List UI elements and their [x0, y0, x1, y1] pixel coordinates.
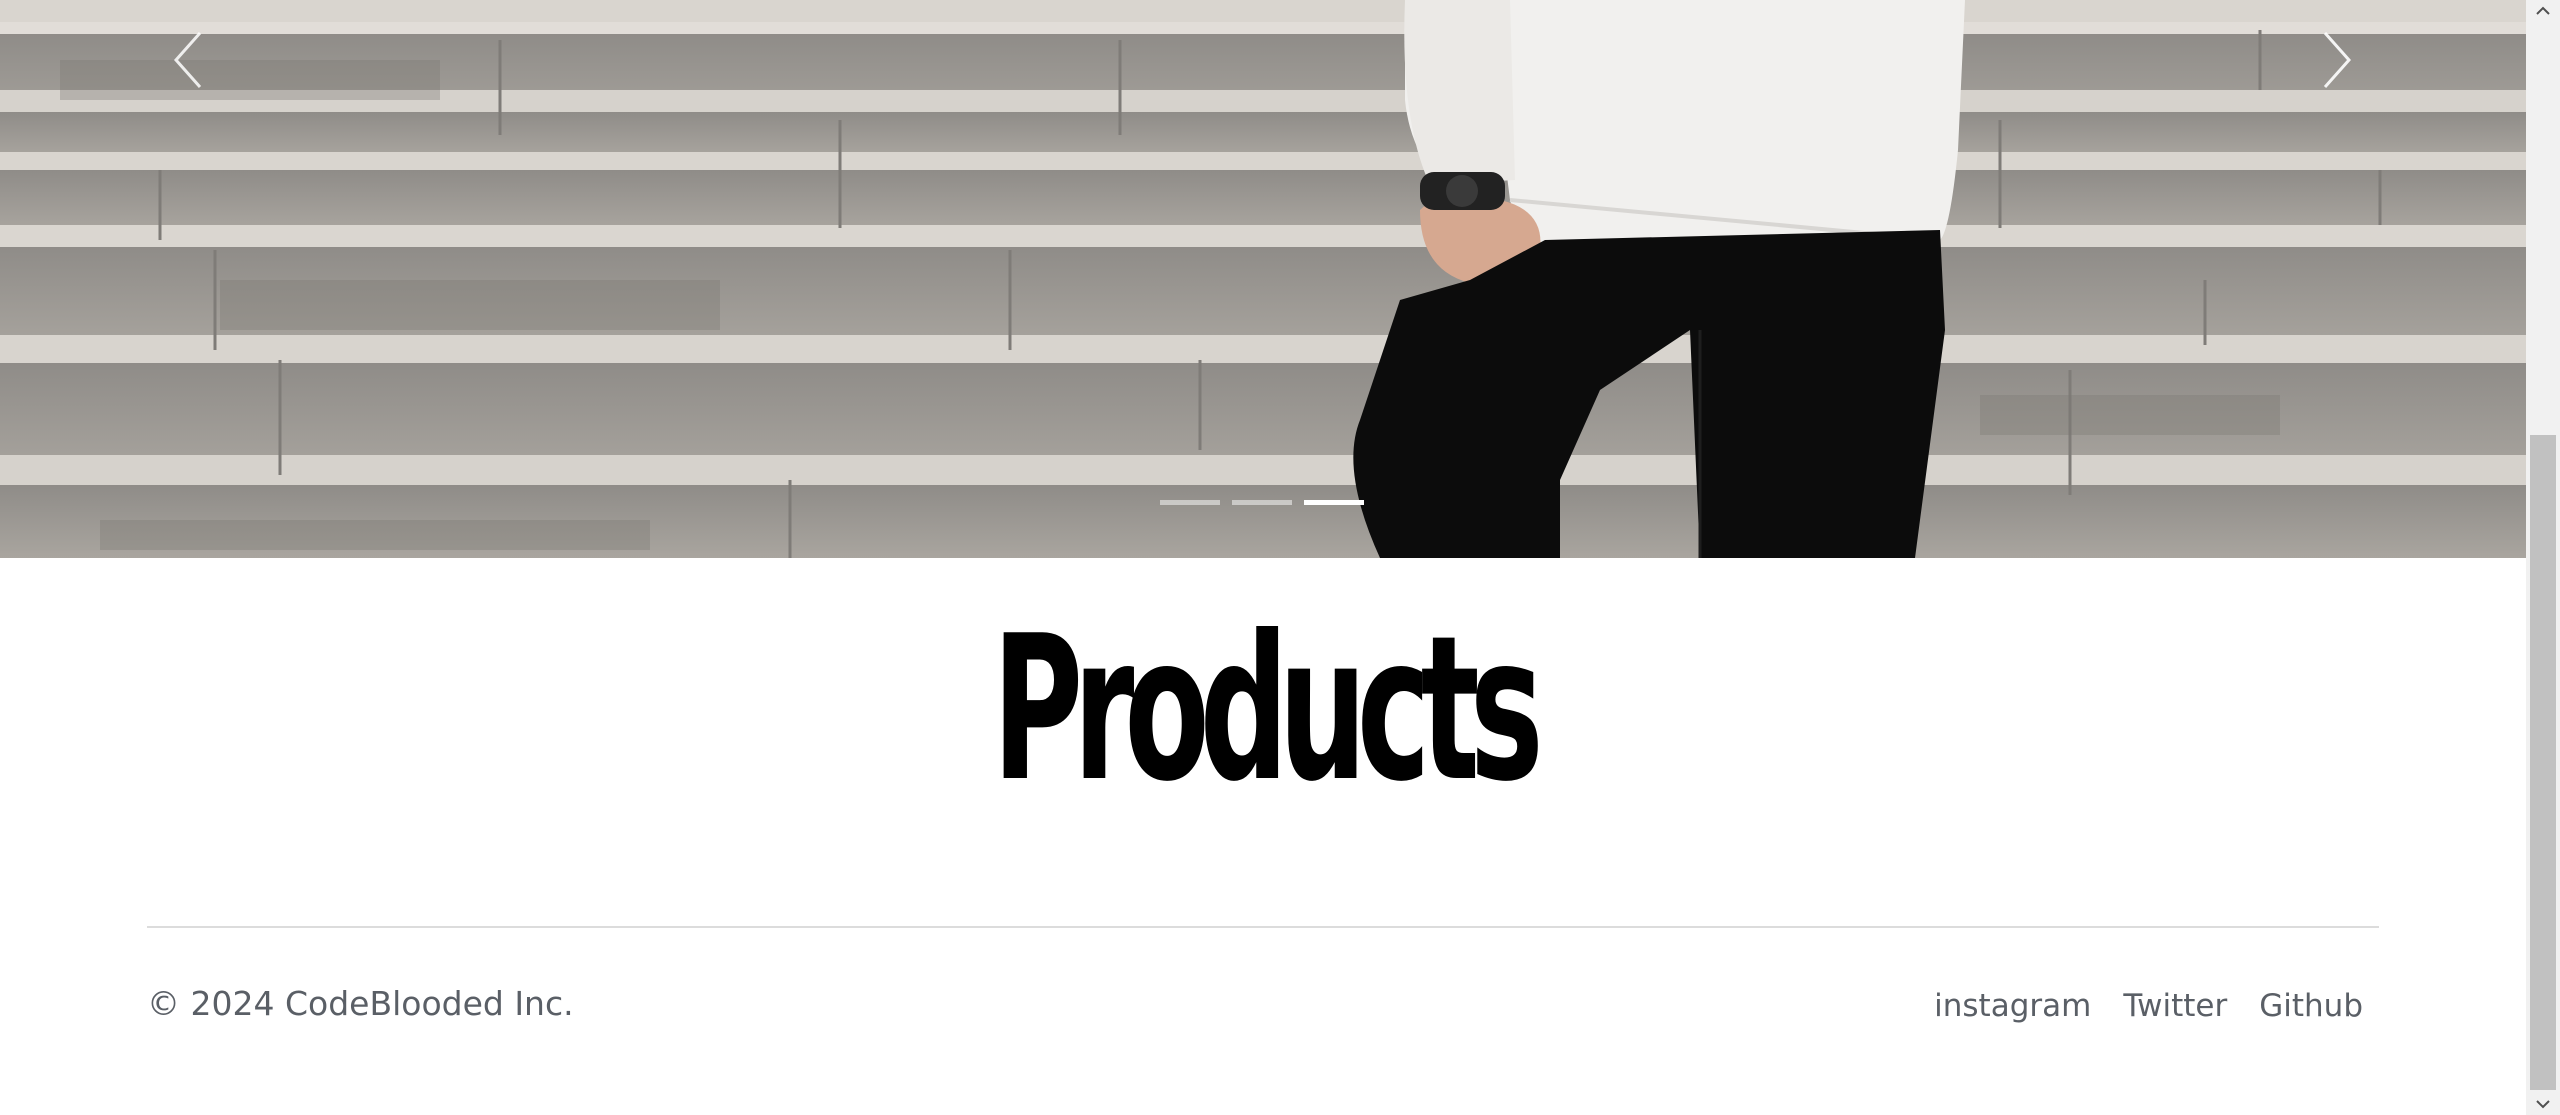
chevron-right-icon [2323, 32, 2352, 88]
page: Products © 2024 CodeBlooded Inc. instagr… [0, 0, 2560, 1115]
scroll-down-button[interactable] [2526, 1093, 2560, 1115]
chevron-down-icon [2536, 1100, 2550, 1109]
carousel-indicator-3[interactable] [1304, 500, 1364, 505]
hero-carousel [0, 0, 2526, 558]
footer-link-github[interactable]: Github [2259, 988, 2363, 1024]
chevron-up-icon [2536, 6, 2550, 15]
carousel-prev-button[interactable] [160, 25, 220, 95]
footer-link-twitter[interactable]: Twitter [2123, 988, 2227, 1024]
footer-link-instagram[interactable]: instagram [1934, 988, 2091, 1024]
carousel-next-button[interactable] [2305, 25, 2365, 95]
carousel-indicators [1160, 500, 1364, 505]
hero-image [0, 0, 2526, 558]
carousel-indicator-2[interactable] [1232, 500, 1292, 505]
vertical-scrollbar[interactable] [2526, 0, 2560, 1115]
footer-links: instagram Twitter Github [1934, 988, 2363, 1024]
page-title: Products [992, 593, 1543, 826]
scroll-up-button[interactable] [2526, 0, 2560, 22]
footer-divider [147, 926, 2379, 928]
scrollbar-thumb[interactable] [2530, 435, 2556, 1090]
chevron-left-icon [173, 32, 202, 88]
copyright-text: © 2024 CodeBlooded Inc. [147, 984, 574, 1023]
carousel-indicator-1[interactable] [1160, 500, 1220, 505]
